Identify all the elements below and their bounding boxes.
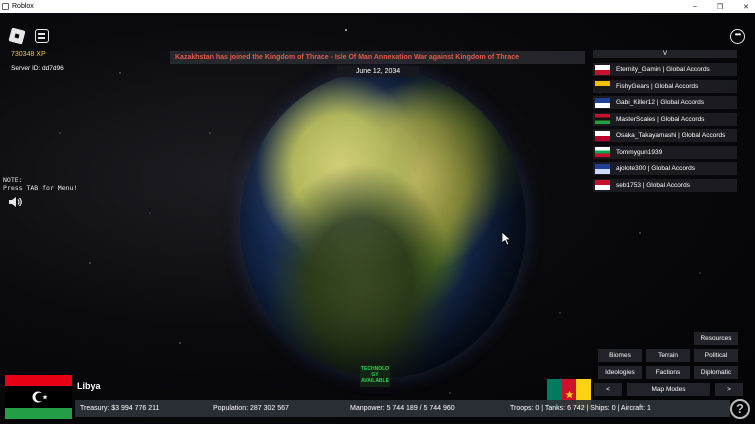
news-banner: Kazakhstan has joined the Kingdom of Thr…: [170, 51, 585, 64]
factions-button[interactable]: Factions: [646, 366, 690, 379]
player-list-toggle[interactable]: V: [593, 50, 737, 58]
player-row[interactable]: MasterScales | Global Accords: [593, 112, 737, 126]
player-label: seb1753 | Global Accords: [616, 181, 690, 189]
player-label: Eternity_Gamin | Global Accords: [616, 66, 710, 73]
tech-line-3: AVAILABLE: [361, 378, 389, 384]
political-button[interactable]: Political: [694, 349, 738, 362]
minimize-button[interactable]: –: [693, 3, 697, 10]
player-row[interactable]: Tommygun1939: [593, 145, 737, 159]
chat-icon[interactable]: [35, 29, 49, 43]
player-label: FishyGears | Global Accords: [616, 82, 699, 90]
game-date: June 12, 2034: [337, 66, 419, 77]
population-stat: Population: 287 302 567: [213, 405, 289, 412]
player-row[interactable]: Eternity_Gamin | Global Accords: [593, 63, 737, 76]
player-row[interactable]: ajolote300 | Global Accords: [593, 162, 737, 175]
country-name: Libya: [77, 381, 101, 391]
player-list: Eternity_Gamin | Global Accords FishyGear…: [593, 63, 737, 195]
player-label: Tommygun1939: [616, 148, 663, 156]
player-flag: [595, 163, 610, 174]
military-stat: Troops: 0 | Tanks: 6 742 | Ships: 0 | Ai…: [510, 405, 651, 412]
map-modes-label: Map Modes: [627, 383, 710, 396]
resources-button[interactable]: Resources: [694, 332, 738, 345]
roblox-app-icon: [2, 3, 9, 10]
map-mode-next-button[interactable]: >: [715, 383, 743, 396]
player-flag: [595, 114, 610, 124]
player-label: MasterScales | Global Accords: [616, 115, 705, 123]
mouse-cursor-icon: [502, 232, 512, 246]
player-row[interactable]: FishyGears | Global Accords: [593, 79, 737, 93]
player-flag: [595, 130, 610, 141]
stats-bar: Treasury: $3 994 776 211 Population: 287…: [75, 400, 730, 417]
manpower-stat: Manpower: 5 744 189 / 5 744 960: [350, 405, 455, 412]
star-icon: [564, 389, 574, 398]
terrain-button[interactable]: Terrain: [646, 349, 690, 362]
window-controls: – ❐ ✕: [693, 0, 749, 13]
diplomatic-button[interactable]: Diplomatic: [694, 366, 738, 379]
ideologies-button[interactable]: Ideologies: [598, 366, 642, 379]
player-label: Osaka_Takayamashi | Global Accords: [616, 132, 726, 139]
close-button[interactable]: ✕: [743, 3, 749, 11]
map-mode-prev-button[interactable]: <: [594, 383, 622, 396]
xp-counter: 730348 XP: [11, 51, 46, 58]
player-flag: [595, 180, 610, 190]
country-flag-libya: [5, 375, 72, 419]
player-row[interactable]: seb1753 | Global Accords: [593, 178, 737, 192]
technology-available-banner[interactable]: TECHNOLO GY AVAILABLE: [360, 365, 390, 387]
player-flag: [595, 147, 610, 157]
biomes-button[interactable]: Biomes: [598, 349, 642, 362]
maximize-button[interactable]: ❐: [717, 3, 723, 11]
globe-map[interactable]: [240, 70, 526, 378]
window-title: Roblox: [12, 3, 34, 10]
player-flag: [595, 81, 610, 91]
menu-hint-note: NOTE: Press TAB for Menu!: [3, 176, 78, 192]
more-options-icon[interactable]: •••: [730, 29, 745, 44]
treasury-stat: Treasury: $3 994 776 211: [80, 405, 160, 412]
player-flag: [595, 97, 610, 108]
speaker-icon[interactable]: [8, 196, 22, 208]
help-icon[interactable]: ?: [730, 399, 750, 419]
player-flag: [595, 64, 610, 75]
window-titlebar: Roblox – ❐ ✕: [0, 0, 755, 13]
player-row[interactable]: Gabi_Killer12 | Global Accords: [593, 96, 737, 109]
server-id: Server ID: dd7d96: [11, 65, 64, 72]
player-label: Gabi_Killer12 | Global Accords: [616, 99, 705, 106]
player-row[interactable]: Osaka_Takayamashi | Global Accords: [593, 129, 737, 142]
game-viewport[interactable]: ••• 730348 XP Server ID: dd7d96 NOTE: Pr…: [0, 13, 755, 424]
player-label: ajolote300 | Global Accords: [616, 165, 696, 172]
